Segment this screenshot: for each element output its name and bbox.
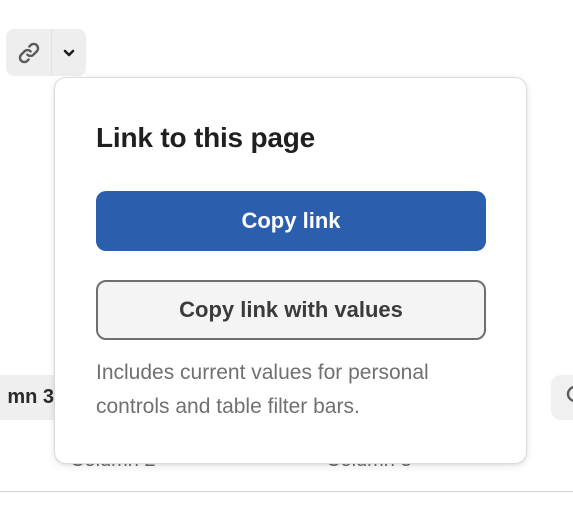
page: mn 3 Column 2 Column 3 Link to this page… (0, 0, 573, 510)
link-icon (6, 29, 51, 76)
help-text: Includes current values for personal con… (96, 361, 429, 418)
search-button[interactable] (551, 375, 573, 420)
chevron-down-icon[interactable] (51, 29, 86, 76)
table-divider (0, 491, 573, 492)
link-dropdown-button[interactable] (6, 29, 86, 76)
search-icon (565, 384, 573, 411)
popover-title: Link to this page (96, 122, 316, 153)
copy-link-button[interactable]: Copy link (96, 191, 486, 251)
column-3-header-label: mn 3 (7, 386, 54, 408)
share-link-popover: Link to this page Copy link Copy link wi… (54, 77, 527, 464)
copy-link-with-values-button[interactable]: Copy link with values (96, 280, 486, 340)
